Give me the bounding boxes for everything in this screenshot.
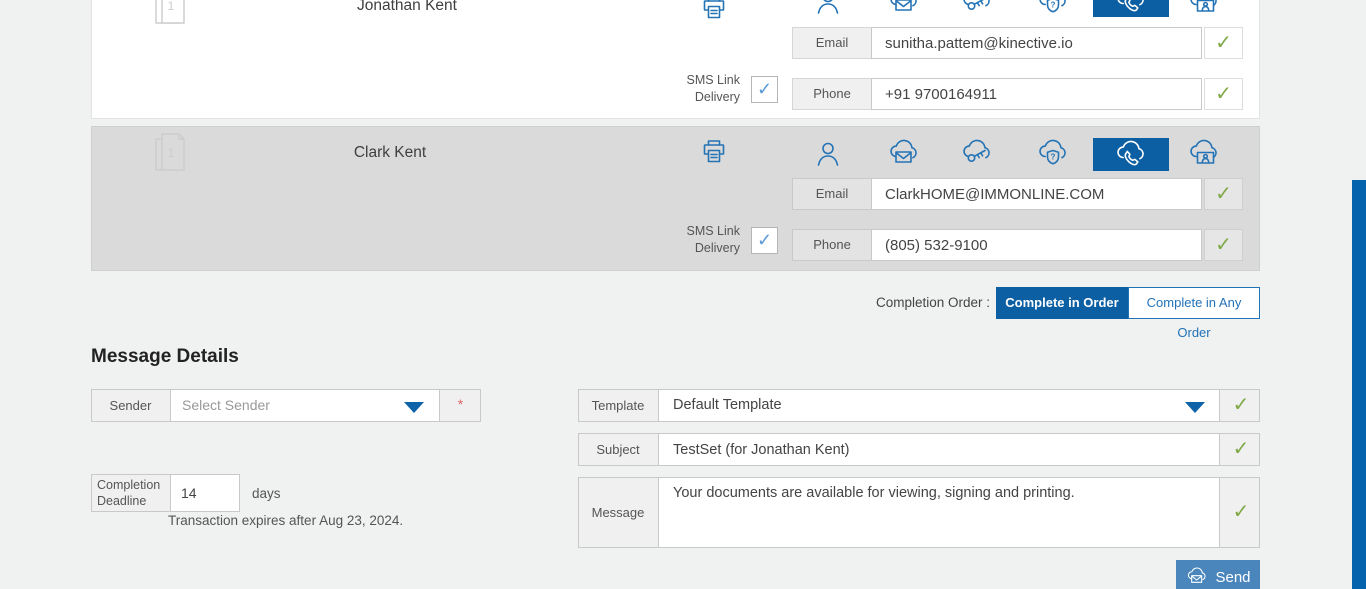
security-question-icon[interactable]: ?	[1036, 0, 1070, 17]
recipient-info-icon[interactable]	[813, 139, 843, 169]
recipient-info-icon[interactable]	[813, 0, 843, 17]
print-icon[interactable]	[699, 137, 729, 167]
template-dropdown[interactable]: Default Template	[658, 389, 1220, 422]
send-envelope-icon	[1188, 567, 1206, 583]
send-button[interactable]: Send	[1176, 560, 1260, 589]
template-label: Template	[591, 398, 645, 413]
email-value[interactable]	[872, 179, 1201, 209]
expiry-note: Transaction expires after Aug 23, 2024.	[168, 513, 404, 528]
vertical-scrollbar[interactable]	[1352, 180, 1366, 589]
template-value: Default Template	[673, 397, 782, 413]
email-delivery-icon[interactable]	[887, 139, 921, 169]
message-textarea[interactable]: Your documents are available for viewing…	[659, 478, 1219, 545]
email-valid-check-icon: ✓	[1204, 27, 1243, 59]
subject-input-box[interactable]	[658, 433, 1220, 466]
phone-input[interactable]	[871, 229, 1202, 261]
sms-phone-delivery-icon-selected[interactable]	[1093, 0, 1169, 17]
password-delivery-icon[interactable]	[960, 139, 994, 169]
id-verification-icon[interactable]	[1187, 139, 1221, 169]
email-value[interactable]	[872, 28, 1201, 58]
email-input[interactable]	[871, 178, 1202, 210]
email-label: Email	[792, 178, 872, 210]
document-count: 1	[168, 0, 175, 13]
sms-link-delivery-label: SMS Link Delivery	[686, 224, 741, 255]
sms-phone-delivery-icon-selected[interactable]	[1093, 138, 1169, 171]
svg-text:?: ?	[1051, 153, 1056, 162]
email-input[interactable]	[871, 27, 1202, 59]
phone-label: Phone	[792, 229, 872, 261]
send-button-label: Send	[1215, 568, 1251, 586]
id-verification-icon[interactable]	[1187, 0, 1221, 17]
deadline-input-box[interactable]	[170, 474, 240, 512]
template-valid-check-icon: ✓	[1232, 394, 1250, 416]
signing-setup-page: 1 Jonathan Kent ? Email sunitha.pattem@k…	[0, 0, 1366, 589]
chevron-down-icon	[1185, 402, 1205, 413]
phone-valid-check-icon: ✓	[1204, 229, 1243, 261]
security-question-icon[interactable]: ?	[1036, 139, 1070, 169]
subject-label: Subject	[596, 442, 640, 457]
svg-text:?: ?	[1051, 1, 1056, 10]
phone-input[interactable]	[871, 78, 1202, 110]
password-delivery-icon[interactable]	[960, 0, 994, 17]
complete-in-any-order-button[interactable]: Complete in Any Order	[1128, 287, 1260, 340]
recipient-name: Jonathan Kent	[357, 0, 457, 14]
message-details-heading: Message Details	[91, 346, 239, 367]
email-valid-check-icon: ✓	[1204, 178, 1243, 210]
required-marker: *	[457, 396, 464, 412]
phone-label: Phone	[792, 78, 872, 110]
sms-link-delivery-checkbox[interactable]: ✓	[751, 227, 778, 254]
subject-input[interactable]	[659, 434, 1219, 465]
email-label: Email	[792, 27, 872, 59]
sender-placeholder: Select Sender	[182, 397, 270, 413]
chevron-down-icon	[404, 402, 424, 413]
email-delivery-icon[interactable]	[887, 0, 921, 17]
sender-label: Sender	[109, 398, 152, 413]
phone-value[interactable]	[872, 230, 1201, 260]
days-unit-label: days	[252, 486, 281, 501]
sender-dropdown[interactable]: Select Sender	[170, 389, 440, 422]
complete-in-order-button[interactable]: Complete in Order	[996, 287, 1128, 319]
deadline-days-input[interactable]	[171, 475, 239, 511]
documents-count-icon: 1	[152, 131, 188, 175]
sms-link-delivery-label: SMS Link Delivery	[686, 73, 741, 104]
document-count: 1	[168, 146, 175, 160]
subject-valid-check-icon: ✓	[1232, 438, 1250, 460]
phone-valid-check-icon: ✓	[1204, 78, 1243, 110]
completion-deadline-label: Completion Deadline	[97, 478, 161, 508]
message-valid-check-icon: ✓	[1232, 501, 1250, 523]
sms-link-delivery-checkbox[interactable]: ✓	[751, 76, 778, 103]
phone-value[interactable]	[872, 79, 1201, 109]
recipient-name: Clark Kent	[353, 144, 427, 161]
message-textarea-box[interactable]: Your documents are available for viewing…	[658, 477, 1220, 548]
documents-count-icon: 1	[152, 0, 188, 28]
message-label: Message	[591, 505, 645, 520]
completion-order-label: Completion Order :	[875, 295, 990, 310]
print-icon[interactable]	[699, 0, 729, 23]
